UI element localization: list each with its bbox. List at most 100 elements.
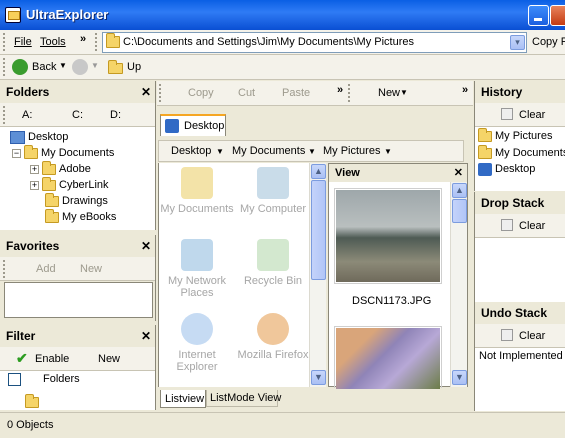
close-panel-icon[interactable]: ✕ [141,235,151,257]
filter-checkbox[interactable] [8,373,21,386]
back-button[interactable]: Back [32,61,56,73]
enable-filter-button[interactable]: Enable [35,353,69,365]
clear-undo-stack-button[interactable]: Clear [519,330,545,342]
history-item-label: Desktop [495,163,536,175]
main-area: Desktop Desktop ▼ My Documents ▼ My Pict… [157,107,473,411]
toolbar-grip[interactable] [348,84,351,102]
tab-desktop[interactable]: Desktop [160,114,226,136]
new-dropdown-icon[interactable]: ▼ [400,88,408,97]
tab-listmode-view[interactable]: ListMode View [206,390,282,407]
clear-icon [501,108,513,120]
back-dropdown-icon[interactable]: ▼ [59,61,67,70]
title-bar[interactable]: UltraExplorer [0,0,565,30]
view-scrollbar[interactable]: ▲ ▼ [450,182,467,387]
toolbar-grip[interactable] [95,33,98,51]
toolbar-grip[interactable] [159,84,162,102]
add-favorite-button[interactable]: Add [36,263,56,275]
breadcrumb-my-documents[interactable]: My Documents [232,145,305,157]
menu-chevron[interactable]: » [80,33,86,45]
tree-item-my-documents[interactable]: − My Documents [12,144,114,161]
tree-item-drawings[interactable]: Drawings [45,192,108,209]
history-item[interactable]: My Documents [478,144,565,161]
image-filename: DSCN1173.JPG [352,295,432,307]
close-button[interactable] [550,5,565,26]
new-filter-button[interactable]: New [98,353,120,365]
forward-dropdown-icon[interactable]: ▼ [91,61,99,70]
copy-button[interactable]: Copy [188,87,214,99]
close-panel-icon[interactable]: ✕ [141,81,151,103]
minimize-button[interactable] [528,5,549,26]
grid-item-label: My Computer [239,203,307,215]
menu-tools-label: Tools [40,36,66,48]
grid-item-recycle-bin[interactable]: Recycle Bin [235,239,311,287]
forward-arrow-icon[interactable] [72,59,88,75]
tree-item-desktop[interactable]: Desktop [10,129,68,145]
collapse-icon[interactable]: − [12,148,21,158]
icon-grid-scrollbar[interactable]: ▲ ▼ [309,163,326,387]
undo-stack-toolbar: Clear [475,324,565,348]
close-panel-icon[interactable]: ✕ [141,325,151,347]
clear-icon [501,219,513,231]
favorites-toolbar: Add New [0,257,155,281]
image-thumbnail[interactable] [334,188,442,284]
address-field[interactable]: C:\Documents and Settings\Jim\My Documen… [102,32,527,53]
grid-item-my-computer[interactable]: My Computer [235,167,311,215]
expand-icon[interactable]: + [30,164,39,174]
cut-button[interactable]: Cut [238,87,255,99]
image-thumbnail[interactable] [334,326,442,389]
copy-path-button[interactable]: Copy P [532,36,565,48]
tab-label: ListMode View [210,392,282,404]
drive-a[interactable]: A: [22,109,32,121]
clear-drop-stack-button[interactable]: Clear [519,220,545,232]
folder-icon [45,208,59,223]
toolbar-grip[interactable] [3,58,6,76]
expand-icon[interactable]: + [30,180,39,190]
new-button[interactable]: New [378,87,400,99]
history-header: History [475,81,565,103]
history-item-label: My Pictures [495,130,553,142]
breadcrumb-dropdown-icon[interactable]: ▼ [216,147,224,156]
menu-file[interactable]: File [14,36,32,48]
tree-item-label: Adobe [59,163,91,175]
grid-item-internet-explorer[interactable]: Internet Explorer [159,313,235,373]
history-item[interactable]: My Pictures [478,127,553,144]
toolbar-grip[interactable] [3,106,6,124]
filter-title: Filter [6,329,36,343]
grid-item-my-documents[interactable]: My Documents [159,167,235,215]
tree-item-my-ebooks[interactable]: My eBooks [45,208,116,225]
scroll-thumb[interactable] [311,180,326,280]
grid-item-network-places[interactable]: My Network Places [159,239,235,299]
clear-history-button[interactable]: Clear [519,109,545,121]
network-places-icon [181,239,213,271]
scroll-down-icon[interactable]: ▼ [311,370,326,385]
scroll-up-icon[interactable]: ▲ [452,183,467,198]
menu-tools[interactable]: Tools [40,36,66,48]
scroll-thumb[interactable] [452,199,467,223]
scroll-down-icon[interactable]: ▼ [452,370,467,385]
paste-button[interactable]: Paste [282,87,310,99]
favorites-panel: Favorites ✕ Add New [0,235,156,321]
drive-c[interactable]: C: [72,109,83,121]
breadcrumb-desktop[interactable]: Desktop [171,145,211,157]
tree-item-adobe[interactable]: + Adobe [30,160,91,177]
toolbar-chevron[interactable]: » [337,84,343,96]
toolbar-chevron[interactable]: » [462,84,468,96]
toolbar-grip[interactable] [3,33,6,51]
favorites-list[interactable] [4,282,153,318]
address-dropdown-icon[interactable]: ▾ [510,35,525,50]
photo-landscape [336,190,440,282]
breadcrumb-dropdown-icon[interactable]: ▼ [308,147,316,156]
drive-d[interactable]: D: [110,109,121,121]
clear-icon [501,329,513,341]
grid-item-firefox[interactable]: Mozilla Firefox [235,313,311,361]
breadcrumb-dropdown-icon[interactable]: ▼ [384,147,392,156]
close-panel-icon[interactable]: ✕ [454,164,463,182]
scroll-up-icon[interactable]: ▲ [311,164,326,179]
tab-listview[interactable]: Listview [160,390,206,408]
tree-item-cyberlink[interactable]: + CyberLink [30,176,109,193]
new-favorite-button[interactable]: New [80,263,102,275]
breadcrumb-my-pictures[interactable]: My Pictures [323,145,380,157]
toolbar-grip[interactable] [3,260,6,278]
up-button[interactable]: Up [127,61,141,73]
history-item[interactable]: Desktop [478,161,535,177]
